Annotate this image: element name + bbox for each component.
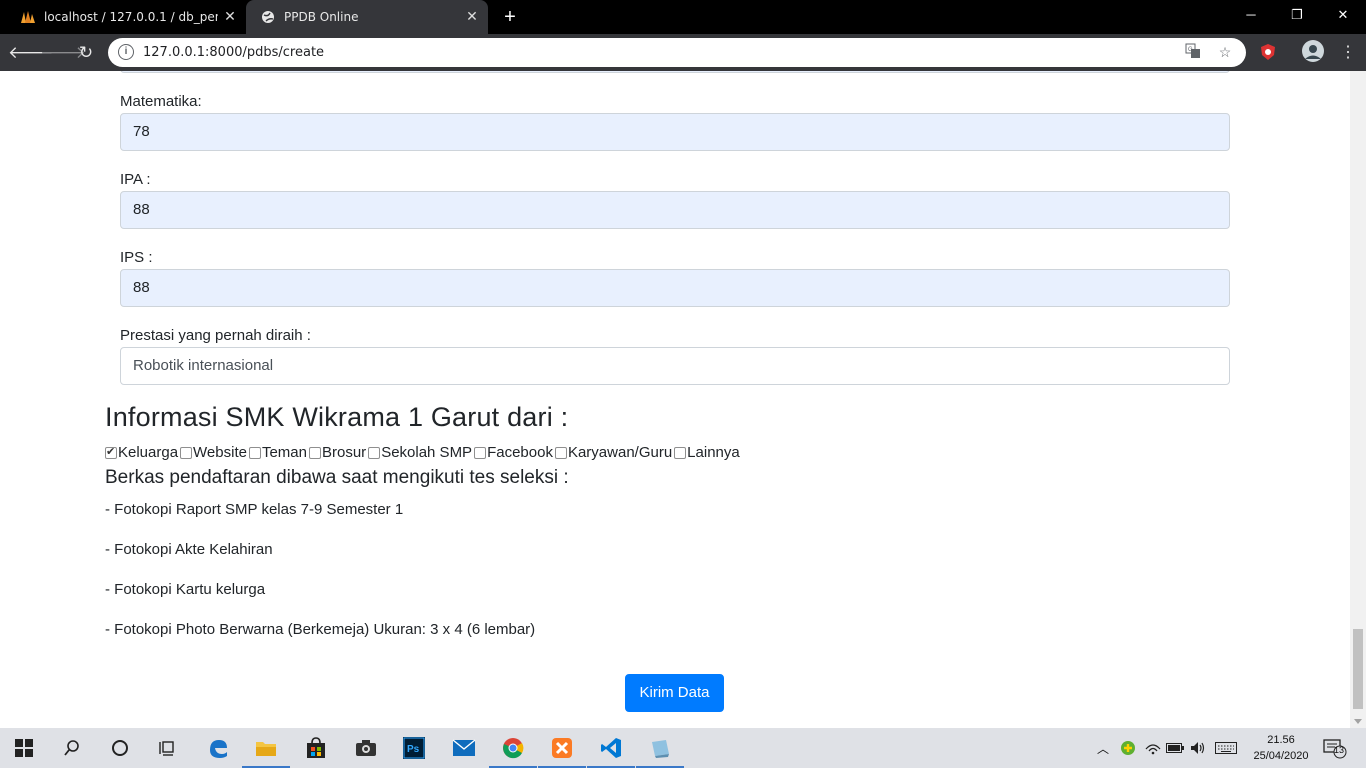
checkbox-website[interactable]: Website (180, 444, 247, 461)
checkbox-box[interactable] (674, 446, 687, 459)
checkbox-facebook[interactable]: Facebook (474, 444, 553, 461)
info-source-heading: Informasi SMK Wikrama 1 Garut dari : (105, 402, 569, 432)
tab-phpmyadmin[interactable]: localhost / 127.0.0.1 / db_pendaftar ✕ (8, 0, 246, 34)
checkbox-label: Sekolah SMP (381, 444, 473, 461)
document-item: - Fotokopi Photo Berwarna (Berkemeja) Uk… (105, 621, 536, 638)
scrollbar-thumb[interactable] (1353, 629, 1363, 709)
clock-date: 25/04/2020 (1253, 750, 1309, 762)
document-item: - Fotokopi Kartu kelurga (105, 581, 266, 598)
edge-icon[interactable] (194, 728, 242, 768)
battery-icon[interactable] (1165, 728, 1185, 768)
checkbox-brosur[interactable]: Brosur (309, 444, 366, 461)
checkbox-keluarga[interactable]: Keluarga (105, 444, 178, 461)
windows-taskbar: Ps ︿ 21.56 25/04/2020 13 (0, 728, 1366, 768)
checkbox-lainnya[interactable]: Lainnya (674, 444, 740, 461)
system-clock[interactable]: 21.56 25/04/2020 (1246, 732, 1316, 764)
volume-icon[interactable] (1188, 728, 1208, 768)
checkbox-box[interactable] (474, 446, 487, 459)
windows-start-icon[interactable] (0, 728, 48, 768)
notification-count: 13 (1334, 745, 1345, 755)
checkbox-sekolah-smp[interactable]: Sekolah SMP (368, 444, 472, 461)
checkbox-box[interactable] (368, 446, 381, 459)
browser-toolbar: 🡐 🡒 ↻ i 127.0.0.1:8000/pdbs/create G ☆ ⋮ (0, 34, 1366, 71)
info-source-checkboxes: Keluarga Website Teman Brosur Sekolah SM… (105, 444, 742, 461)
url-text: 127.0.0.1:8000/pdbs/create (143, 45, 325, 60)
restore-icon[interactable]: ❐ (1274, 0, 1320, 30)
document-item: - Fotokopi Akte Kelahiran (105, 541, 273, 558)
ipa-input[interactable]: 88 (120, 191, 1230, 229)
clock-time: 21.56 (1267, 734, 1295, 746)
checkbox-label: Facebook (487, 444, 553, 461)
tab-close-icon[interactable]: ✕ (218, 9, 242, 25)
reload-icon[interactable]: ↻ (72, 39, 100, 67)
submit-button[interactable]: Kirim Data (625, 674, 724, 712)
xampp-icon[interactable] (538, 728, 586, 768)
checkbox-karyawan-guru[interactable]: Karyawan/Guru (554, 444, 673, 461)
checkbox-label: Karyawan/Guru (567, 444, 673, 461)
tab-ppdb-online[interactable]: PPDB Online ✕ (246, 0, 488, 34)
checkbox-label: Lainnya (687, 444, 740, 461)
info-icon[interactable]: i (118, 44, 134, 60)
notepad-icon[interactable] (636, 728, 684, 768)
previous-field-edge (120, 71, 1230, 73)
new-tab-icon[interactable]: + (498, 4, 522, 30)
mail-icon[interactable] (440, 728, 488, 768)
vscode-icon[interactable] (587, 728, 635, 768)
keyboard-icon[interactable] (1212, 728, 1240, 768)
camera-icon[interactable] (342, 728, 390, 768)
scroll-down-icon[interactable] (1354, 719, 1362, 724)
svg-text:G: G (1188, 47, 1193, 53)
checkbox-label: Teman (261, 444, 307, 461)
page-scrollbar[interactable] (1350, 71, 1366, 728)
address-bar[interactable]: i 127.0.0.1:8000/pdbs/create G ☆ (108, 38, 1246, 67)
document-item: - Fotokopi Raport SMP kelas 7-9 Semester… (105, 501, 404, 518)
tray-app-icon[interactable] (1118, 728, 1138, 768)
globe-icon (260, 9, 276, 25)
field-label-ipa: IPA : (120, 171, 151, 188)
checkbox-box[interactable] (309, 446, 321, 459)
forward-icon[interactable]: 🡒 (40, 39, 86, 67)
field-label-prestasi: Prestasi yang pernah diraih : (120, 327, 311, 344)
photoshop-icon[interactable]: Ps (390, 728, 438, 768)
task-view-icon[interactable] (144, 728, 192, 768)
chrome-icon[interactable] (489, 728, 537, 768)
prestasi-input[interactable]: Robotik internasional (120, 347, 1230, 385)
field-label-matematika: Matematika: (120, 93, 202, 110)
berkas-heading: Berkas pendaftaran dibawa saat mengikuti… (105, 467, 569, 488)
svg-text:Ps: Ps (407, 744, 420, 755)
close-window-icon[interactable]: ✕ (1320, 0, 1366, 30)
checkbox-box[interactable] (248, 446, 261, 459)
minimize-icon[interactable]: ─ (1228, 0, 1274, 30)
ips-input[interactable]: 88 (120, 269, 1230, 307)
translate-icon[interactable]: G (1184, 43, 1202, 61)
tab-title: localhost / 127.0.0.1 / db_pendaftar (44, 10, 218, 24)
matematika-input[interactable]: 78 (120, 113, 1230, 151)
back-icon[interactable]: 🡐 (8, 39, 54, 67)
extension-shield-icon[interactable] (1258, 42, 1278, 62)
page-content: Matematika: 78 IPA : 88 IPS : 88 Prestas… (0, 71, 1350, 728)
checkbox-label: Keluarga (118, 444, 179, 461)
cortana-icon[interactable] (96, 728, 144, 768)
store-icon[interactable] (292, 728, 340, 768)
bookmark-star-icon[interactable]: ☆ (1216, 43, 1234, 61)
tab-title: PPDB Online (284, 10, 359, 24)
checkbox-label: Website (193, 444, 247, 461)
checkbox-box[interactable] (105, 445, 117, 459)
browser-tab-strip: localhost / 127.0.0.1 / db_pendaftar ✕ P… (0, 0, 1366, 34)
field-label-ips: IPS : (120, 249, 153, 266)
tray-overflow-icon[interactable]: ︿ (1094, 728, 1112, 768)
menu-kebab-icon[interactable]: ⋮ (1338, 42, 1358, 62)
file-explorer-icon[interactable] (242, 728, 290, 768)
wifi-icon[interactable] (1143, 728, 1163, 768)
search-icon[interactable] (48, 728, 96, 768)
checkbox-box[interactable] (180, 446, 193, 459)
checkbox-box[interactable] (554, 446, 567, 459)
tab-close-icon[interactable]: ✕ (460, 9, 484, 25)
checkbox-label: Brosur (322, 444, 367, 461)
phpmyadmin-icon (20, 9, 36, 25)
checkbox-teman[interactable]: Teman (248, 444, 307, 461)
profile-avatar[interactable] (1302, 40, 1324, 62)
notification-center-icon[interactable]: 13 (1320, 728, 1350, 768)
